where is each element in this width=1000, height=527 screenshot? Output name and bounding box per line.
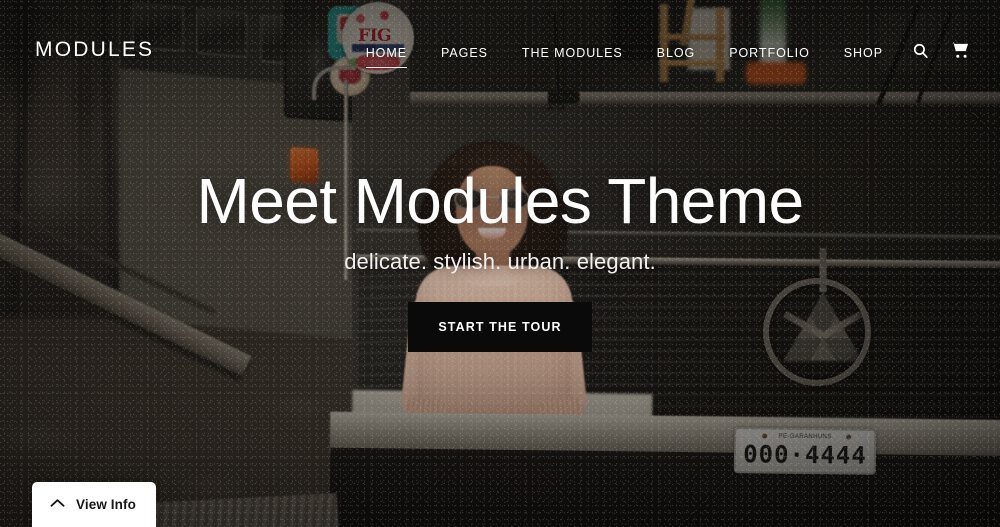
- search-icon[interactable]: [908, 38, 932, 62]
- license-plate-number: 000·4444: [742, 440, 867, 470]
- hero-section: FIG PE-GARANHUNS 000·4444 MODULES HOME P…: [0, 0, 1000, 527]
- site-logo[interactable]: MODULES: [35, 38, 154, 62]
- bus-bumper-shadow: [329, 447, 1000, 527]
- hero-subtitle: delicate. stylish. urban. elegant.: [344, 248, 656, 274]
- nav-item-shop[interactable]: SHOP: [827, 42, 900, 64]
- view-info-label: View Info: [76, 496, 136, 512]
- main-navigation: HOME PAGES THE MODULES BLOG PORTFOLIO SH…: [349, 42, 900, 68]
- hero-content: Meet Modules Theme delicate. stylish. ur…: [0, 168, 1000, 352]
- page-title: Meet Modules Theme: [196, 165, 805, 237]
- header-icon-group: [908, 38, 972, 62]
- nav-item-blog[interactable]: BLOG: [640, 42, 713, 64]
- site-header: MODULES HOME PAGES THE MODULES BLOG PORT…: [0, 0, 1000, 98]
- view-info-button[interactable]: View Info: [32, 482, 156, 527]
- nav-item-portfolio[interactable]: PORTFOLIO: [712, 42, 827, 64]
- nav-item-home[interactable]: HOME: [349, 42, 424, 68]
- chevron-up-icon: [50, 495, 65, 513]
- nav-item-the-modules[interactable]: THE MODULES: [505, 42, 640, 64]
- cart-icon[interactable]: [948, 38, 972, 62]
- nav-item-pages[interactable]: PAGES: [424, 42, 505, 64]
- license-plate: PE-GARANHUNS 000·4444: [733, 427, 877, 475]
- start-the-tour-button[interactable]: START THE TOUR: [408, 301, 592, 352]
